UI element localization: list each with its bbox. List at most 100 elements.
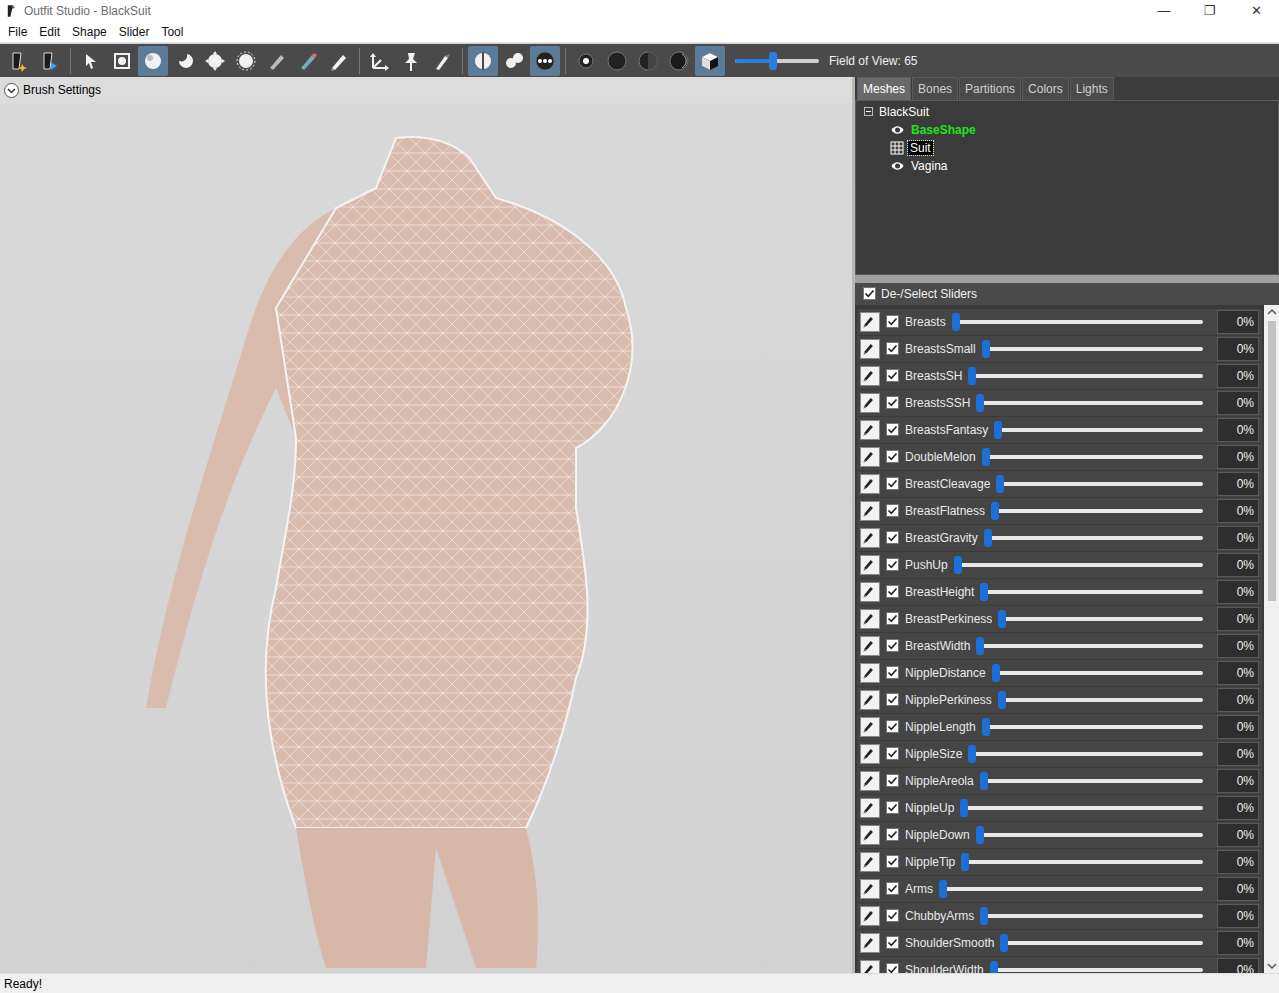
- edit-slider-button[interactable]: [860, 447, 880, 467]
- menu-item[interactable]: File: [2, 23, 33, 41]
- restore-button[interactable]: ❐: [1187, 0, 1233, 22]
- slider-value[interactable]: 0%: [1217, 337, 1259, 361]
- edit-slider-button[interactable]: [860, 501, 880, 521]
- slider-thumb[interactable]: [952, 313, 960, 331]
- slider-thumb[interactable]: [968, 367, 976, 385]
- slider-track[interactable]: [990, 968, 1203, 972]
- slider-thumb[interactable]: [996, 475, 1004, 493]
- slider-thumb[interactable]: [998, 610, 1006, 628]
- slider-checkbox[interactable]: [886, 666, 899, 679]
- menu-item[interactable]: Tool: [155, 23, 189, 41]
- edit-slider-button[interactable]: [860, 366, 880, 386]
- edit-slider-button[interactable]: [860, 582, 880, 602]
- inflate-brush-button[interactable]: [138, 46, 168, 76]
- slider-value[interactable]: 0%: [1217, 391, 1259, 415]
- slider-thumb[interactable]: [982, 448, 990, 466]
- slider-checkbox[interactable]: [886, 531, 899, 544]
- slider-value[interactable]: 0%: [1217, 850, 1259, 874]
- edit-slider-button[interactable]: [860, 663, 880, 683]
- slider-value[interactable]: 0%: [1217, 526, 1259, 550]
- slider-track[interactable]: [992, 671, 1203, 675]
- weight-brush-button[interactable]: [293, 46, 323, 76]
- slider-value[interactable]: 0%: [1217, 580, 1259, 604]
- brush-settings[interactable]: Brush Settings: [0, 77, 852, 103]
- slider-checkbox[interactable]: [886, 909, 899, 922]
- move-brush-button[interactable]: [200, 46, 230, 76]
- slider-track[interactable]: [998, 617, 1203, 621]
- panel-splitter[interactable]: [855, 275, 1279, 283]
- edit-slider-button[interactable]: [860, 474, 880, 494]
- slider-track[interactable]: [1000, 941, 1203, 945]
- color-brush-button[interactable]: [324, 46, 354, 76]
- slider-thumb[interactable]: [976, 637, 984, 655]
- scrollbar[interactable]: [1264, 305, 1279, 973]
- slider-thumb[interactable]: [992, 664, 1000, 682]
- slider-track[interactable]: [976, 833, 1203, 837]
- slider-value[interactable]: 0%: [1217, 823, 1259, 847]
- slider-checkbox[interactable]: [886, 774, 899, 787]
- slider-value[interactable]: 0%: [1217, 904, 1259, 928]
- edit-slider-button[interactable]: [860, 717, 880, 737]
- slider-track[interactable]: [994, 428, 1203, 432]
- slider-track[interactable]: [939, 887, 1203, 891]
- edit-slider-button[interactable]: [860, 420, 880, 440]
- slider-thumb[interactable]: [980, 583, 988, 601]
- slider-thumb[interactable]: [991, 502, 999, 520]
- menu-item[interactable]: Slider: [113, 23, 156, 41]
- slider-track[interactable]: [980, 779, 1203, 783]
- show-wireframe-button[interactable]: [602, 46, 632, 76]
- slider-thumb[interactable]: [1000, 934, 1008, 952]
- edit-slider-button[interactable]: [860, 771, 880, 791]
- scrollbar-thumb[interactable]: [1268, 321, 1276, 601]
- slider-checkbox[interactable]: [886, 882, 899, 895]
- pivot-pin-button[interactable]: [396, 46, 426, 76]
- edit-slider-button[interactable]: [860, 852, 880, 872]
- slider-value[interactable]: 0%: [1217, 688, 1259, 712]
- menu-item[interactable]: Shape: [66, 23, 113, 41]
- slider-checkbox[interactable]: [886, 585, 899, 598]
- slider-thumb[interactable]: [980, 907, 988, 925]
- panel-tab[interactable]: Meshes: [857, 77, 911, 100]
- slider-track[interactable]: [960, 806, 1203, 810]
- minimize-button[interactable]: —: [1141, 0, 1187, 22]
- slider-value[interactable]: 0%: [1217, 769, 1259, 793]
- show-mask-button[interactable]: [695, 46, 725, 76]
- slider-checkbox[interactable]: [886, 747, 899, 760]
- slider-value[interactable]: 0%: [1217, 796, 1259, 820]
- global-brush-button[interactable]: [530, 46, 560, 76]
- show-vertices-button[interactable]: [571, 46, 601, 76]
- slider-checkbox[interactable]: [886, 828, 899, 841]
- mesh-item[interactable]: Vagina: [864, 157, 1270, 175]
- slider-checkbox[interactable]: [886, 477, 899, 490]
- edit-slider-button[interactable]: [860, 636, 880, 656]
- slider-value[interactable]: 0%: [1217, 742, 1259, 766]
- panel-tab[interactable]: Partitions: [959, 77, 1021, 100]
- slider-track[interactable]: [968, 752, 1203, 756]
- slider-track[interactable]: [952, 320, 1203, 324]
- slider-value[interactable]: 0%: [1217, 958, 1259, 973]
- slider-checkbox[interactable]: [886, 396, 899, 409]
- edit-slider-button[interactable]: [860, 690, 880, 710]
- vertex-edit-button[interactable]: [427, 46, 457, 76]
- slider-checkbox[interactable]: [886, 801, 899, 814]
- menu-item[interactable]: Edit: [33, 23, 66, 41]
- x-mirror-button[interactable]: [468, 46, 498, 76]
- slider-value[interactable]: 0%: [1217, 364, 1259, 388]
- slider-checkbox[interactable]: [886, 558, 899, 571]
- edit-slider-button[interactable]: [860, 906, 880, 926]
- slider-track[interactable]: [996, 482, 1203, 486]
- slider-value[interactable]: 0%: [1217, 715, 1259, 739]
- edit-slider-button[interactable]: [860, 339, 880, 359]
- slider-thumb[interactable]: [984, 529, 992, 547]
- slider-track[interactable]: [976, 644, 1203, 648]
- tree-collapse-box[interactable]: [864, 107, 873, 116]
- edit-slider-button[interactable]: [860, 960, 880, 973]
- slider-checkbox[interactable]: [886, 504, 899, 517]
- slider-track[interactable]: [961, 860, 1203, 864]
- slider-thumb[interactable]: [960, 799, 968, 817]
- slider-thumb[interactable]: [968, 745, 976, 763]
- slider-checkbox[interactable]: [886, 693, 899, 706]
- edit-slider-button[interactable]: [860, 744, 880, 764]
- slider-track[interactable]: [980, 914, 1203, 918]
- slider-thumb[interactable]: [982, 340, 990, 358]
